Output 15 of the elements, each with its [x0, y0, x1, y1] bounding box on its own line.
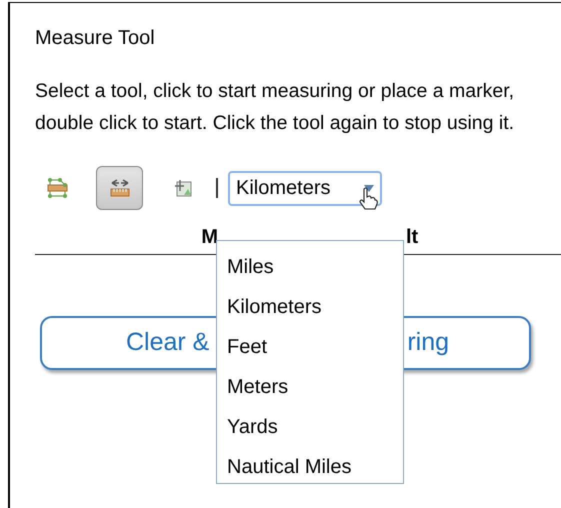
tool-button[interactable] — [96, 166, 143, 210]
hand-cursor-icon — [358, 186, 378, 210]
ruler-arrows-icon — [108, 177, 130, 199]
panel-title: Measure Tool — [35, 26, 156, 51]
menu-item[interactable]: Miles — [217, 247, 403, 287]
menu-item[interactable]: Feet — [217, 327, 403, 367]
menu-item[interactable]: Meters — [217, 367, 403, 407]
column-header: M — [200, 225, 218, 250]
column-header: lt — [406, 225, 418, 250]
area-ruler-icon — [46, 177, 68, 199]
instructions-text: Select a tool, click to start measuring or place a marker, double click to start. Click the tool again to stop using it. — [35, 79, 516, 136]
menu-item[interactable]: Nautical Miles — [217, 447, 403, 487]
menu-item[interactable]: Yards — [217, 407, 403, 447]
menu-item[interactable]: Kilometers — [217, 287, 403, 327]
caret-icon — [364, 184, 374, 192]
